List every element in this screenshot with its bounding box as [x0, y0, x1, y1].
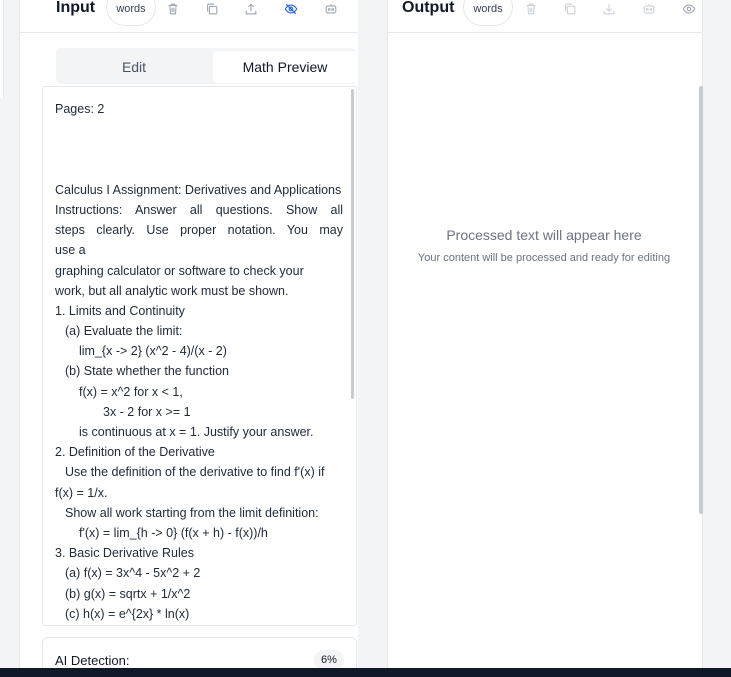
output-word-count: 0: [464, 0, 512, 1]
output-word-count-badge: 0 words: [463, 0, 513, 26]
left-background: [0, 0, 19, 677]
preview-line: use a: [55, 243, 86, 258]
math-preview-area[interactable]: Pages: 2 Calculus I Assignment: Derivati…: [42, 86, 357, 626]
input-panel: Input 271 words Edit Math Preview Pages:…: [19, 0, 358, 677]
ai-detection-score-badge: 6%: [314, 650, 344, 670]
trash-icon[interactable]: [165, 1, 181, 17]
output-placeholder-subtitle: Your content will be processed and ready…: [417, 252, 671, 264]
panel-gutter: [358, 0, 387, 677]
robot-icon[interactable]: [323, 1, 339, 17]
output-panel: Output 0 words Processed text will appea…: [387, 0, 703, 668]
preview-line: 3. Basic Derivative Rules: [55, 546, 194, 561]
copy-icon[interactable]: [204, 1, 220, 17]
preview-line: (b) State whether the function: [65, 364, 229, 379]
preview-scrollbar[interactable]: [351, 89, 354, 399]
preview-line: [55, 139, 343, 159]
eye-off-icon[interactable]: [283, 1, 299, 17]
input-word-count-badge: 271 words: [106, 0, 156, 26]
preview-line: (a) Evaluate the limit:: [65, 324, 183, 339]
preview-line: 1. Limits and Continuity: [55, 303, 185, 318]
download-icon[interactable]: [601, 1, 617, 17]
preview-line: 3x - 2 for x >= 1: [103, 404, 191, 419]
output-scrollbar[interactable]: [699, 86, 703, 514]
right-background: [703, 0, 731, 677]
eye-icon[interactable]: [681, 1, 697, 17]
preview-line: Pages: 2: [55, 102, 105, 116]
trash-icon[interactable]: [523, 1, 539, 17]
preview-line: f(x) = 1/x.: [55, 485, 108, 500]
output-title: Output: [402, 0, 455, 16]
output-word-unit: words: [473, 3, 503, 15]
tab-math-preview[interactable]: Math Preview: [213, 51, 357, 83]
preview-line: Instructions: Answer all questions. Show…: [55, 202, 343, 217]
preview-line: steps clearly. Use proper notation. You …: [55, 223, 343, 238]
output-placeholder-title: Processed text will appear here: [446, 227, 642, 243]
input-title: Input: [56, 0, 96, 16]
preview-line: (b) g(x) = sqrtx + 1/x^2: [65, 586, 191, 601]
input-word-count: 271: [107, 0, 155, 1]
copy-icon[interactable]: [562, 1, 578, 17]
input-word-unit: words: [116, 3, 146, 15]
left-card-edge: [0, 0, 4, 98]
preview-line: (c) h(x) = e^{2x} * ln(x): [65, 606, 190, 621]
preview-line: [55, 160, 343, 180]
preview-line: graphing calculator or software to check…: [55, 263, 304, 278]
input-mode-tabs: Edit Math Preview: [56, 48, 357, 84]
preview-line: Use the definition of the derivative to …: [65, 465, 325, 480]
preview-line: [55, 119, 343, 139]
preview-line: is continuous at x = 1. Justify your ans…: [79, 425, 314, 439]
preview-line: f(x) = x^2 for x < 1,: [79, 384, 183, 399]
bottom-bar: [0, 668, 731, 677]
preview-line: work, but all analytic work must be show…: [55, 283, 289, 298]
tab-edit[interactable]: Edit: [59, 51, 209, 83]
preview-line: lim_{x -> 2} (x^2 - 4)/(x - 2): [79, 344, 227, 359]
preview-line: Calculus I Assignment: Derivatives and A…: [55, 182, 342, 197]
upload-icon[interactable]: [243, 1, 259, 17]
preview-line: 2. Definition of the Derivative: [55, 445, 215, 460]
preview-line: f'(x) = lim_{h -> 0} (f(x + h) - f(x))/h: [79, 525, 268, 540]
preview-line: Show all work starting from the limit de…: [65, 505, 319, 520]
input-toolbar: Input 271 words: [20, 0, 358, 33]
ai-detection-label: AI Detection:: [55, 653, 130, 668]
output-toolbar: Output 0 words: [388, 0, 702, 33]
math-preview-content: Pages: 2 Calculus I Assignment: Derivati…: [55, 99, 343, 624]
robot-icon[interactable]: [641, 1, 657, 17]
preview-line: (a) f(x) = 3x^4 - 5x^2 + 2: [65, 566, 201, 581]
